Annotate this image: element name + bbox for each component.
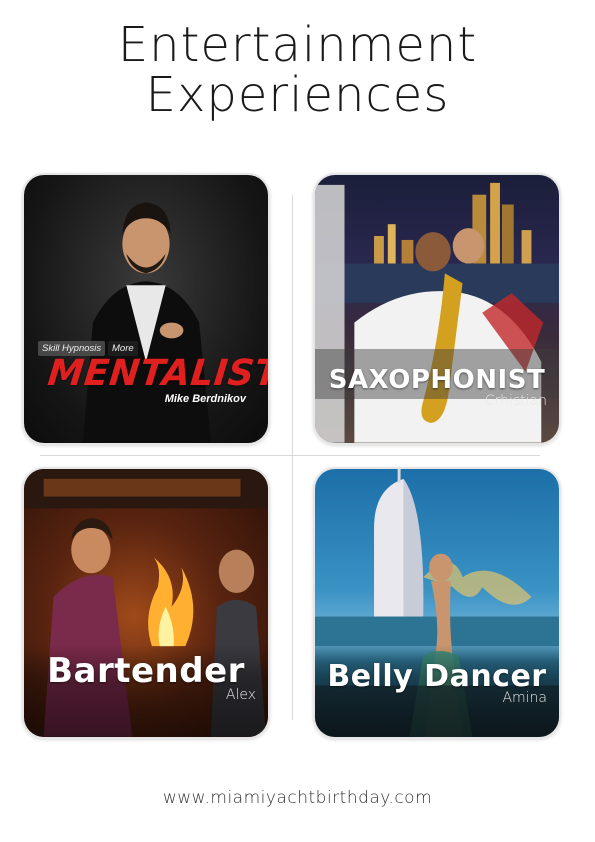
card-bartender-title: Bartender bbox=[47, 651, 245, 691]
card-belly-dancer[interactable]: Belly Dancer Amina bbox=[313, 467, 561, 739]
horizontal-divider bbox=[40, 455, 540, 456]
page-title-line1: Entertainment bbox=[117, 17, 478, 73]
card-saxophonist-name: Crhistian bbox=[484, 393, 547, 409]
card-bartender[interactable]: Bartender Alex bbox=[22, 467, 270, 739]
card-belly-dancer-name: Amina bbox=[502, 690, 547, 706]
website-link[interactable]: www.miamiyachtbirthday.com bbox=[0, 788, 595, 808]
card-mentalist-title: MENTALIST bbox=[45, 353, 270, 394]
card-saxophonist-title: SAXOPHONIST bbox=[328, 365, 546, 395]
vertical-divider bbox=[292, 195, 293, 720]
card-belly-dancer-title: Belly Dancer bbox=[327, 659, 547, 694]
card-mentalist-name: Mike Berdnikov bbox=[164, 393, 246, 405]
card-saxophonist[interactable]: SAXOPHONIST Crhistian bbox=[313, 173, 561, 445]
card-bartender-name: Alex bbox=[225, 687, 256, 703]
page-title-line2: Experiences bbox=[145, 67, 450, 123]
card-mentalist[interactable]: Skill Hypnosis More MENTALIST Mike Berdn… bbox=[22, 173, 270, 445]
